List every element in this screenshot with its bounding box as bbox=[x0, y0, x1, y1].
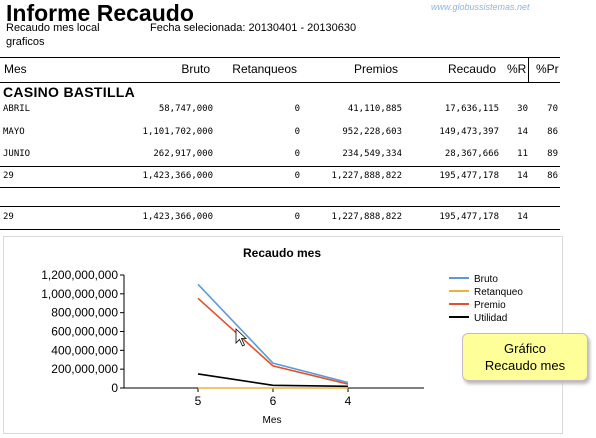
cell-mes: MAYO bbox=[3, 127, 25, 137]
mouse-cursor-icon bbox=[235, 328, 248, 347]
cell-pct-r: 30 bbox=[517, 104, 528, 114]
col-header-retanqueos: Retanqueos bbox=[232, 62, 297, 76]
legend-label: Utilidad bbox=[474, 313, 507, 324]
cell-mes: ABRIL bbox=[3, 104, 31, 114]
legend-label: Bruto bbox=[474, 274, 498, 285]
report-subtitle-2: graficos bbox=[6, 36, 45, 48]
chart-callout: Gráfico Recaudo mes bbox=[462, 333, 588, 381]
cell-pct-pr: 70 bbox=[547, 104, 558, 114]
cell-bruto: 1,101,702,000 bbox=[142, 127, 213, 137]
cell-retanqueos: 0 bbox=[294, 212, 300, 222]
cell-mes: 29 bbox=[3, 212, 14, 222]
cell-premios: 234,549,334 bbox=[342, 149, 402, 159]
cell-premios: 1,227,888,822 bbox=[331, 212, 402, 222]
x-tick-label: 6 bbox=[270, 394, 277, 408]
watermark: www.globussistemas.net bbox=[431, 2, 530, 12]
cell-retanqueos: 0 bbox=[294, 149, 300, 159]
col-header-recaudo: Recaudo bbox=[447, 62, 496, 76]
cell-recaudo: 28,367,666 bbox=[444, 149, 499, 159]
date-range-label: Fecha selecionada: 20130401 - 20130630 bbox=[150, 22, 357, 34]
y-tick-label: 200,000,000 bbox=[51, 362, 118, 376]
cell-recaudo: 17,636,115 bbox=[444, 104, 499, 114]
cell-bruto: 262,917,000 bbox=[153, 149, 213, 159]
callout-line-2: Recaudo mes bbox=[484, 358, 566, 373]
cell-pct-pr: 86 bbox=[547, 171, 558, 181]
y-tick-label: 600,000,000 bbox=[51, 325, 118, 339]
y-tick-label: 400,000,000 bbox=[51, 343, 118, 357]
cell-recaudo: 195,477,178 bbox=[439, 171, 499, 181]
cell-bruto: 58,747,000 bbox=[158, 104, 213, 114]
cell-pct-pr: 89 bbox=[547, 149, 558, 159]
cell-premios: 952,228,603 bbox=[342, 127, 402, 137]
col-header-pct-r: %R bbox=[507, 62, 527, 76]
cell-premios: 41,110,885 bbox=[347, 104, 402, 114]
cell-pct-pr: 86 bbox=[547, 127, 558, 137]
callout-line-1: Gráfico bbox=[504, 341, 546, 356]
series-line-premio bbox=[197, 297, 349, 385]
cell-retanqueos: 0 bbox=[294, 104, 300, 114]
x-axis-label: Mes bbox=[263, 415, 282, 426]
cell-premios: 1,227,888,822 bbox=[331, 171, 402, 181]
x-tick-label: 5 bbox=[195, 394, 202, 408]
cell-pct-r: 14 bbox=[517, 212, 528, 222]
chart-title: Recaudo mes bbox=[243, 246, 321, 260]
legend-label: Premio bbox=[474, 300, 506, 311]
cell-recaudo: 149,473,397 bbox=[439, 127, 499, 137]
cell-bruto: 1,423,366,000 bbox=[142, 212, 213, 222]
col-header-mes: Mes bbox=[4, 62, 27, 76]
series-line-bruto bbox=[197, 283, 349, 384]
series-line-utilidad bbox=[197, 373, 349, 388]
y-tick-label: 800,000,000 bbox=[51, 306, 118, 320]
cell-pct-r: 14 bbox=[517, 127, 528, 137]
col-header-premios: Premios bbox=[353, 62, 398, 76]
y-tick-label: 1,200,000,000 bbox=[41, 268, 118, 282]
report-subtitle: Recaudo mes local bbox=[6, 22, 100, 34]
y-tick-label: 0 bbox=[111, 381, 118, 395]
cell-retanqueos: 0 bbox=[294, 171, 300, 181]
col-header-pct-pr: %Pr bbox=[536, 62, 559, 76]
col-header-bruto: Bruto bbox=[181, 62, 210, 76]
x-tick-label: 4 bbox=[345, 394, 352, 408]
y-tick-label: 1,000,000,000 bbox=[41, 287, 118, 301]
cell-bruto: 1,423,366,000 bbox=[142, 171, 213, 181]
cell-pct-r: 11 bbox=[517, 149, 528, 159]
cell-recaudo: 195,477,178 bbox=[439, 212, 499, 222]
cell-mes: 29 bbox=[3, 171, 14, 181]
cell-mes: JUNIO bbox=[3, 149, 31, 159]
cell-retanqueos: 0 bbox=[294, 127, 300, 137]
cell-pct-r: 14 bbox=[517, 171, 528, 181]
legend-label: Retanqueo bbox=[474, 287, 523, 298]
group-name: CASINO BASTILLA bbox=[3, 84, 136, 100]
